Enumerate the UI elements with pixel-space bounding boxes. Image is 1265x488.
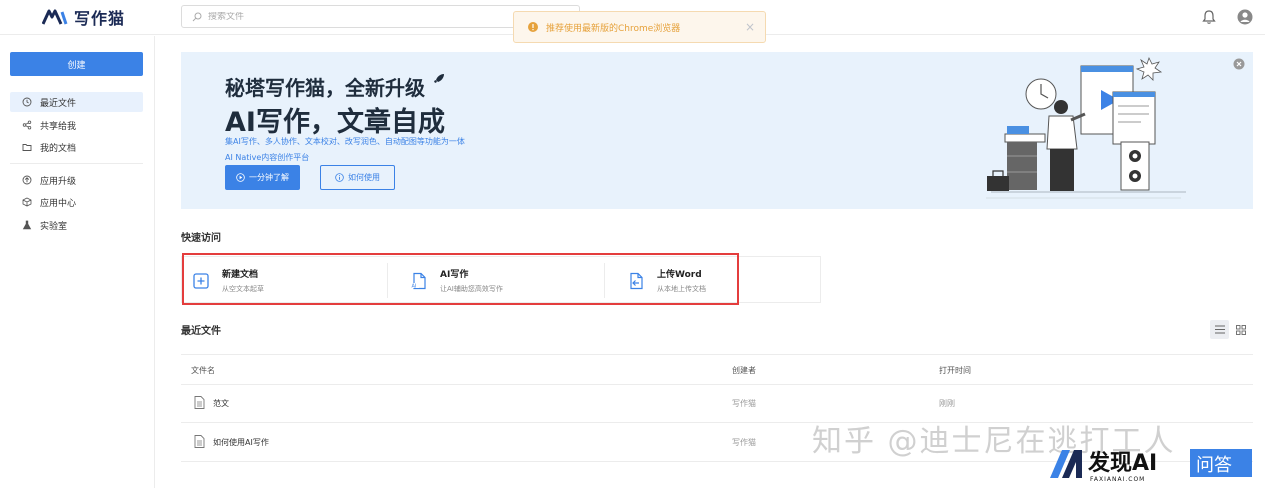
grid-view-toggle[interactable] bbox=[1231, 320, 1250, 339]
file-opened-time: 刚刚 bbox=[939, 399, 955, 408]
promo-banner: 秘塔写作猫，全新升级 AI写作，文章自成 集AI写作、多人协作、文本校对、改写润… bbox=[181, 52, 1253, 209]
faxianai-logo: 发现AI FAXIANAI.COM 问答 bbox=[1050, 449, 1252, 483]
play-circle-icon bbox=[236, 173, 245, 182]
quick-card-title: 新建文档 bbox=[222, 270, 259, 280]
create-button[interactable]: 创建 bbox=[10, 52, 143, 76]
quick-card-upload-word[interactable]: 上传Word 从本地上传文档 bbox=[617, 257, 833, 304]
info-circle-icon bbox=[335, 173, 344, 182]
file-name[interactable]: 如何使用AI写作 bbox=[213, 437, 269, 448]
flask-icon bbox=[22, 220, 32, 230]
how-to-use-label: 如何使用 bbox=[348, 173, 380, 182]
file-name[interactable]: 范文 bbox=[213, 398, 229, 409]
sidebar-item-label: 最近文件 bbox=[40, 98, 77, 109]
faxianai-logo-badge: 问答 bbox=[1196, 455, 1232, 476]
file-creator: 写作猫 bbox=[732, 399, 756, 408]
quick-card-divider bbox=[387, 263, 388, 298]
app-window: 写作猫 推荐使用最新版的Chrome浏览器 × 创建 bbox=[0, 0, 1265, 488]
app-name: 写作猫 bbox=[74, 9, 126, 28]
one-minute-intro-label: 一分钟了解 bbox=[249, 173, 289, 182]
sidebar-item-recent[interactable]: 最近文件 bbox=[10, 92, 143, 112]
banner-headline-text: 秘塔写作猫，全新升级 bbox=[225, 76, 425, 100]
sidebar-item-lab[interactable]: 实验室 bbox=[10, 215, 143, 235]
column-header-opened[interactable]: 打开时间 bbox=[939, 365, 971, 376]
logo-mark-icon bbox=[42, 9, 68, 25]
file-doc-icon bbox=[194, 435, 205, 448]
list-view-toggle[interactable] bbox=[1210, 320, 1229, 339]
search-input[interactable] bbox=[208, 11, 508, 22]
rocket-icon bbox=[433, 74, 444, 83]
new-doc-icon bbox=[193, 272, 209, 289]
recent-files-header: 文件名 创建者 打开时间 bbox=[181, 354, 1253, 385]
bell-icon[interactable] bbox=[1200, 8, 1218, 26]
ai-doc-icon: AI bbox=[411, 272, 426, 289]
column-header-creator[interactable]: 创建者 bbox=[732, 365, 756, 376]
sidebar-item-app-center[interactable]: 应用中心 bbox=[10, 192, 143, 212]
app-logo[interactable]: 写作猫 bbox=[42, 6, 125, 28]
svg-text:AI: AI bbox=[412, 283, 417, 289]
sidebar-item-label: 共享给我 bbox=[40, 121, 77, 132]
quick-card-text: 上传Word 从本地上传文档 bbox=[657, 267, 706, 294]
sidebar-item-label: 我的文档 bbox=[40, 143, 77, 154]
folder-icon bbox=[22, 144, 32, 151]
quick-card-subtitle: 从本地上传文档 bbox=[657, 285, 706, 293]
one-minute-intro-button[interactable]: 一分钟了解 bbox=[225, 165, 300, 190]
file-creator: 写作猫 bbox=[732, 438, 756, 447]
quick-access-title: 快速访问 bbox=[181, 233, 221, 244]
quick-card-text: 新建文档 从空文本起草 bbox=[222, 267, 264, 294]
quick-access-panel: 新建文档 从空文本起草 AI AI写作 让AI辅助您高效写作 上传Word 从本… bbox=[181, 256, 821, 303]
quick-card-title: AI写作 bbox=[440, 270, 469, 280]
sidebar-item-upgrade[interactable]: 应用升级 bbox=[10, 170, 143, 190]
toast-close-button[interactable]: × bbox=[745, 20, 755, 34]
sidebar-item-my-docs[interactable]: 我的文档 bbox=[10, 137, 143, 157]
faxianai-logo-text: 发现AI bbox=[1087, 450, 1157, 476]
how-to-use-button[interactable]: 如何使用 bbox=[320, 165, 395, 190]
quick-card-subtitle: 让AI辅助您高效写作 bbox=[440, 285, 503, 293]
upload-doc-icon bbox=[630, 272, 643, 289]
share-icon bbox=[22, 120, 32, 130]
browser-recommend-toast: 推荐使用最新版的Chrome浏览器 × bbox=[513, 11, 766, 43]
sidebar-divider bbox=[10, 163, 143, 164]
sidebar-item-shared[interactable]: 共享给我 bbox=[10, 115, 143, 135]
user-avatar-icon[interactable] bbox=[1236, 8, 1254, 26]
quick-card-new-doc[interactable]: 新建文档 从空文本起草 bbox=[182, 257, 398, 304]
file-doc-icon bbox=[194, 396, 205, 409]
grid-view-icon bbox=[1235, 324, 1246, 335]
banner-headline: 秘塔写作猫，全新升级 bbox=[225, 72, 446, 101]
banner-title: AI写作，文章自成 bbox=[225, 107, 445, 138]
warning-icon bbox=[528, 22, 538, 32]
faxianai-logo-sub: FAXIANAI.COM bbox=[1090, 476, 1145, 483]
clock-icon bbox=[22, 97, 32, 107]
sidebar-item-label: 应用中心 bbox=[40, 198, 77, 209]
banner-subdescription: AI Native内容创作平台 bbox=[225, 153, 310, 162]
quick-card-ai-writing[interactable]: AI AI写作 让AI辅助您高效写作 bbox=[400, 257, 616, 304]
upgrade-icon bbox=[22, 175, 32, 185]
sidebar-item-label: 应用升级 bbox=[40, 176, 77, 187]
quick-card-text: AI写作 让AI辅助您高效写作 bbox=[440, 267, 503, 294]
office-illustration bbox=[986, 56, 1186, 199]
quick-card-subtitle: 从空文本起草 bbox=[222, 285, 264, 293]
sidebar: 创建 最近文件 共享给我 我的文档 应用升级 应用中心 实验室 bbox=[0, 36, 155, 488]
sidebar-item-label: 实验室 bbox=[40, 221, 68, 232]
list-view-icon bbox=[1214, 325, 1225, 334]
quick-card-title: 上传Word bbox=[657, 270, 702, 280]
column-header-name[interactable]: 文件名 bbox=[191, 365, 215, 376]
quick-card-divider bbox=[604, 263, 605, 298]
banner-close-icon[interactable] bbox=[1233, 58, 1245, 70]
recent-files-title: 最近文件 bbox=[181, 326, 221, 337]
search-icon bbox=[192, 12, 202, 21]
banner-description: 集AI写作、多人协作、文本校对、改写润色、自动配图等功能为一体 bbox=[225, 137, 465, 146]
toast-message: 推荐使用最新版的Chrome浏览器 bbox=[546, 23, 681, 34]
cube-icon bbox=[22, 197, 32, 207]
